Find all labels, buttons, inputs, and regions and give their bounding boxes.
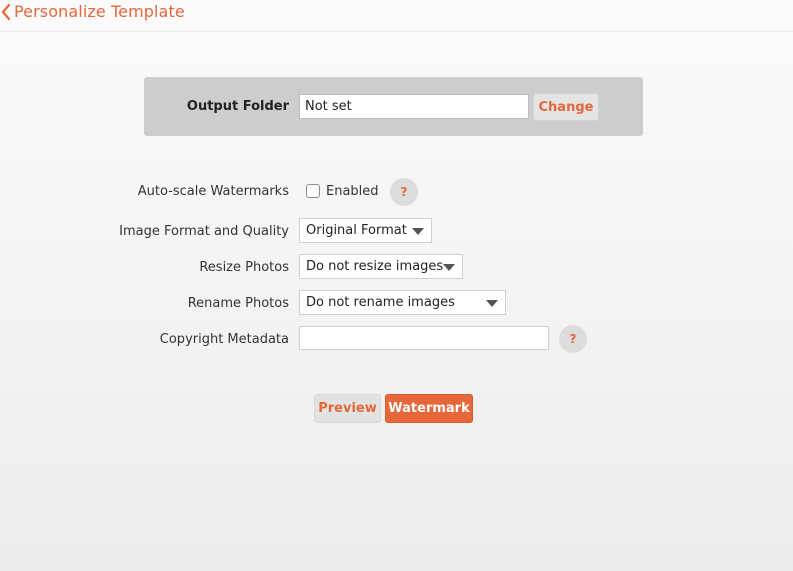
autoscale-label: Auto-scale Watermarks [137, 184, 289, 199]
chevron-left-icon [1, 3, 11, 20]
autoscale-help-button[interactable]: ? [390, 178, 418, 206]
chevron-down-icon [486, 300, 498, 307]
back-link[interactable]: Personalize Template [0, 2, 185, 21]
image-format-label: Image Format and Quality [119, 224, 289, 239]
copyright-help-button[interactable]: ? [559, 325, 587, 353]
image-format-select[interactable]: Original Format [299, 218, 432, 243]
resize-photos-value: Do not resize images [306, 259, 444, 274]
autoscale-checkbox[interactable] [306, 184, 320, 198]
image-format-value: Original Format [306, 223, 407, 238]
change-folder-button[interactable]: Change [533, 93, 599, 121]
autoscale-enabled-label[interactable]: Enabled [326, 184, 379, 199]
resize-photos-label: Resize Photos [199, 260, 289, 275]
watermark-button[interactable]: Watermark [385, 394, 473, 423]
output-folder-label: Output Folder [186, 99, 289, 114]
page-header: Personalize Template [0, 0, 793, 32]
chevron-down-icon [412, 228, 424, 235]
chevron-down-icon [443, 264, 455, 271]
rename-photos-value: Do not rename images [306, 295, 455, 310]
copyright-input[interactable] [299, 326, 549, 350]
output-folder-panel: Output Folder Not set Change [144, 77, 643, 136]
page-title: Personalize Template [14, 2, 185, 21]
rename-photos-label: Rename Photos [187, 296, 289, 311]
preview-button[interactable]: Preview [314, 394, 381, 423]
copyright-label: Copyright Metadata [159, 332, 289, 347]
output-folder-field[interactable]: Not set [299, 94, 529, 119]
resize-photos-select[interactable]: Do not resize images [299, 254, 463, 279]
rename-photos-select[interactable]: Do not rename images [299, 290, 506, 315]
